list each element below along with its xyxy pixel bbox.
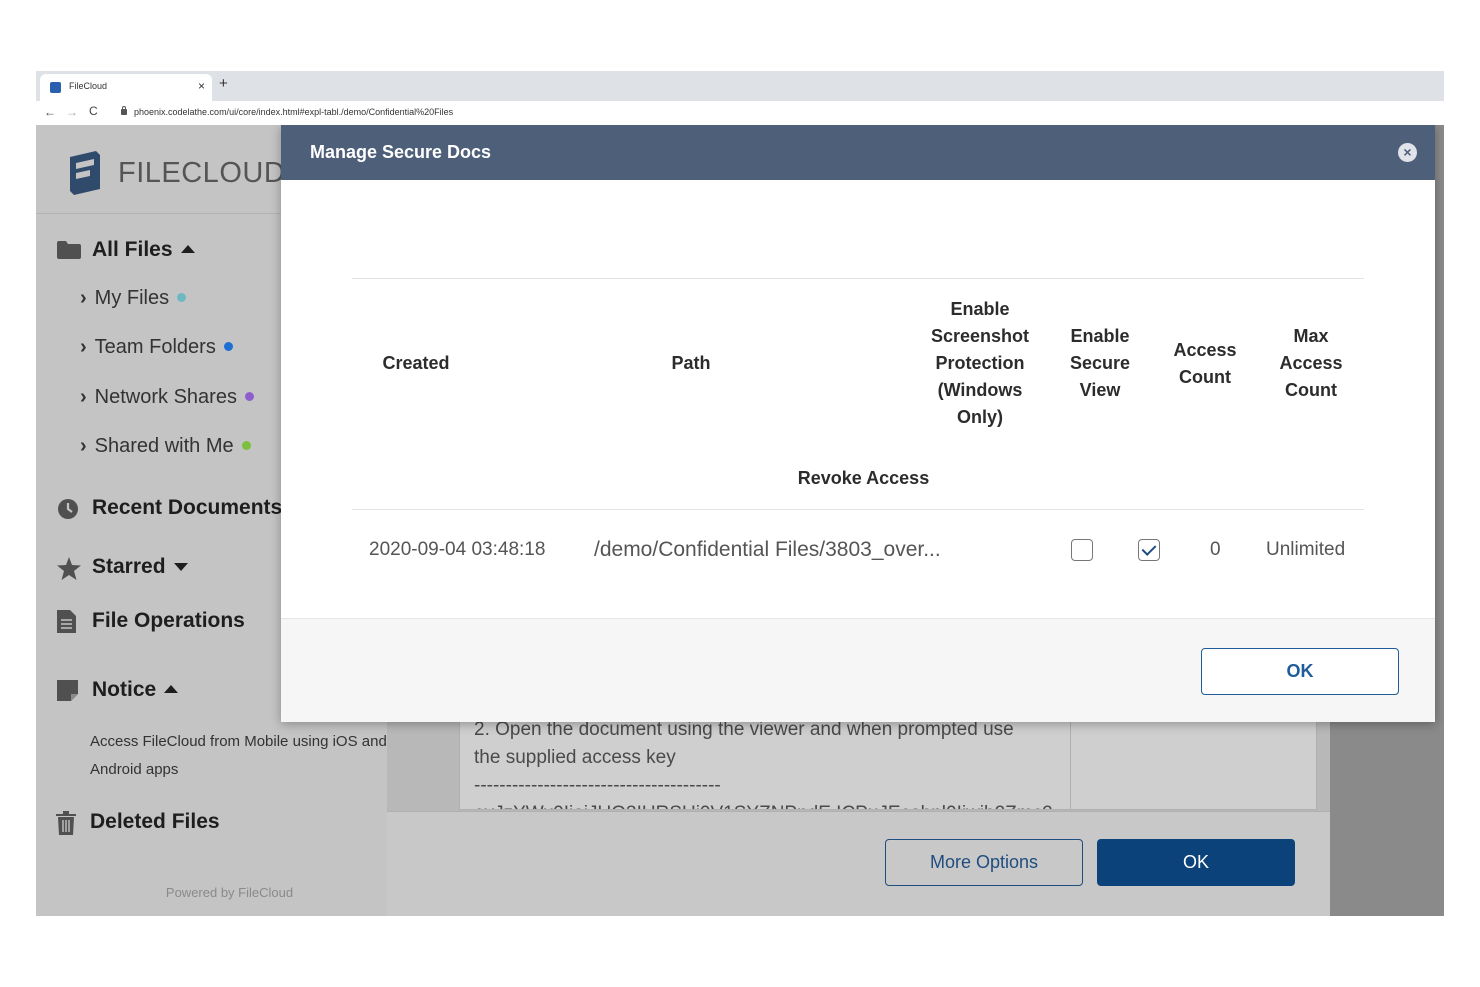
folder-icon bbox=[57, 241, 81, 259]
filecloud-logo-icon bbox=[70, 151, 100, 195]
clock-icon bbox=[58, 499, 78, 519]
browser-tab[interactable]: FileCloud × bbox=[40, 74, 212, 101]
text-line: the supplied access key bbox=[474, 747, 676, 768]
note-icon bbox=[57, 680, 78, 701]
status-dot bbox=[223, 342, 233, 351]
manage-secure-docs-modal: Manage Secure Docs × Created Path Enable… bbox=[281, 125, 1435, 722]
address-bar: ← → C phoenix.codelathe.com/ui/core/inde… bbox=[36, 101, 1444, 125]
textarea-content: 2. Open the document using the viewer an… bbox=[474, 716, 1064, 809]
new-tab-icon[interactable]: + bbox=[219, 75, 228, 92]
filecloud-app: FILECLOUD All Files › My Files › Team Fold… bbox=[36, 125, 1444, 916]
trash-icon bbox=[56, 811, 76, 835]
sidebar-item-label: My Files bbox=[94, 287, 170, 309]
text-line: eyJzYWx0IjoiJUQ3IURSUi0V1SYZNPndE ICPuJE… bbox=[474, 800, 1064, 809]
caret-up-icon[interactable] bbox=[180, 245, 195, 253]
logo-text: FILECLOUD bbox=[118, 157, 286, 189]
powered-by-text: Powered by FileCloud bbox=[165, 885, 294, 900]
star-icon bbox=[57, 557, 81, 580]
caret-down-icon[interactable] bbox=[173, 563, 188, 571]
sidebar-item-label: Team Folders bbox=[94, 336, 216, 358]
caret-up-icon[interactable] bbox=[164, 685, 179, 693]
sidebar-item-label: Recent Documents bbox=[92, 496, 283, 519]
forward-arrow-icon[interactable]: → bbox=[66, 105, 78, 119]
modal-footer: OK bbox=[281, 618, 1435, 722]
url-text[interactable]: phoenix.codelathe.com/ui/core/index.html… bbox=[134, 107, 453, 117]
screenshot-protection-checkbox[interactable] bbox=[1071, 539, 1093, 561]
column-header-secure-view[interactable]: Enable Secure View bbox=[1055, 323, 1145, 404]
chevron-right-icon: › bbox=[80, 336, 87, 358]
secure-view-checkbox[interactable] bbox=[1138, 539, 1160, 561]
back-arrow-icon[interactable]: ← bbox=[44, 105, 56, 119]
ok-button[interactable]: OK bbox=[1201, 648, 1399, 695]
tab-strip: FileCloud × + bbox=[36, 71, 1444, 101]
background-ok-button[interactable]: OK bbox=[1097, 839, 1295, 886]
chevron-right-icon: › bbox=[80, 287, 87, 309]
reload-icon[interactable]: C bbox=[89, 104, 98, 118]
more-options-button[interactable]: More Options bbox=[885, 839, 1083, 886]
column-header-screenshot-protection[interactable]: Enable Screenshot Protection (Windows On… bbox=[921, 296, 1039, 431]
status-dot bbox=[177, 293, 187, 302]
notice-text: Access FileCloud from Mobile using iOS a… bbox=[90, 733, 387, 778]
column-header-created[interactable]: Created bbox=[371, 350, 461, 377]
text-line: --------------------------------------- bbox=[474, 775, 721, 796]
tab-title: FileCloud bbox=[69, 81, 108, 91]
sidebar-item-label: Deleted Files bbox=[90, 810, 220, 833]
cell-max-access-count: Unlimited bbox=[1266, 539, 1346, 560]
sidebar-item-label: File Operations bbox=[92, 609, 245, 632]
column-header-access-count[interactable]: Access Count bbox=[1160, 337, 1250, 391]
column-header-max-access-count[interactable]: Max Access Count bbox=[1266, 323, 1356, 404]
sidebar-item-label: All Files bbox=[92, 238, 173, 261]
tab-close-icon[interactable]: × bbox=[198, 79, 205, 93]
cell-path[interactable]: /demo/Confidential Files/3803_over... bbox=[594, 538, 941, 562]
modal-header: Manage Secure Docs × bbox=[281, 125, 1435, 180]
sidebar-item-label: Network Shares bbox=[94, 386, 237, 408]
status-dot bbox=[241, 441, 251, 450]
sidebar-item-label: Starred bbox=[92, 555, 166, 578]
chevron-right-icon: › bbox=[80, 386, 87, 408]
table-divider bbox=[352, 278, 1364, 279]
sidebar-item-my-files[interactable]: › My Files bbox=[80, 287, 187, 310]
browser-window: FileCloud × + ← → C phoenix.codelathe.co… bbox=[36, 71, 1444, 916]
cell-access-count: 0 bbox=[1210, 539, 1221, 560]
sidebar-item-shared-with-me[interactable]: › Shared with Me bbox=[80, 435, 251, 458]
column-header-path[interactable]: Path bbox=[641, 350, 741, 377]
table-divider bbox=[352, 509, 1364, 510]
modal-title: Manage Secure Docs bbox=[310, 142, 492, 162]
lock-icon bbox=[121, 106, 127, 115]
sidebar-item-team-folders[interactable]: › Team Folders bbox=[80, 336, 233, 359]
filecloud-favicon-icon bbox=[50, 82, 61, 93]
sidebar-item-network-shares[interactable]: › Network Shares bbox=[80, 386, 254, 409]
cell-created: 2020-09-04 03:48:18 bbox=[369, 539, 546, 560]
sidebar-item-label: Shared with Me bbox=[94, 435, 234, 457]
sidebar-item-label: Notice bbox=[92, 678, 157, 701]
status-dot bbox=[244, 392, 254, 401]
chevron-right-icon: › bbox=[80, 435, 87, 457]
textarea-side-panel bbox=[1071, 715, 1317, 810]
document-icon bbox=[57, 610, 76, 633]
column-header-revoke-access[interactable]: Revoke Access bbox=[761, 465, 966, 492]
close-icon[interactable]: × bbox=[1398, 143, 1417, 162]
access-key-textarea[interactable]: 2. Open the document using the viewer an… bbox=[459, 715, 1071, 810]
